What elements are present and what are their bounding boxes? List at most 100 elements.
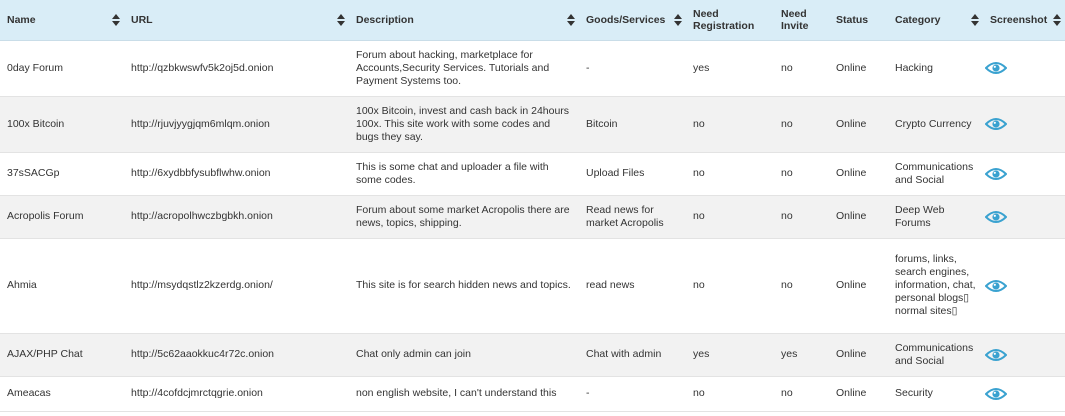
cell-description: 100x Bitcoin, invest and cash back in 24… (349, 96, 579, 153)
column-header-label: Need Invite (781, 7, 809, 32)
column-header-label: Screenshot (990, 13, 1048, 26)
cell-status: Online (829, 40, 888, 97)
cell-category: Communications and Social (888, 152, 983, 196)
cell-invite: yes (774, 333, 829, 377)
table-row: 0day Forum http://qzbkwswfv5k2oj5d.onion… (0, 40, 1065, 97)
table-row: Ameacas http://4cofdcjmrctqgrie.onion no… (0, 376, 1065, 412)
cell-screenshot (983, 152, 1065, 196)
cell-goods: Chat with admin (579, 333, 686, 377)
cell-invite: no (774, 96, 829, 153)
column-header-label: Name (7, 13, 36, 26)
cell-category: Crypto Currency (888, 96, 983, 153)
cell-url[interactable]: http://qzbkwswfv5k2oj5d.onion (124, 40, 349, 97)
column-header-label: Goods/Services (586, 13, 666, 26)
eye-icon[interactable] (985, 279, 1007, 293)
column-header-label: Need Registration (693, 7, 755, 32)
column-header-registration[interactable]: Need Registration (686, 0, 774, 41)
cell-goods: Read news for market Acropolis (579, 195, 686, 239)
cell-status: Online (829, 333, 888, 377)
cell-registration: no (686, 376, 774, 412)
cell-description: Chat only admin can join (349, 333, 579, 377)
table-row: AJAX/PHP Chat http://5c62aaokkuc4r72c.on… (0, 333, 1065, 377)
sort-arrows-icon[interactable] (337, 13, 345, 26)
column-header-invite[interactable]: Need Invite (774, 0, 829, 41)
column-header-screenshot[interactable]: Screenshot (983, 0, 1065, 41)
table-header-row: Name URL Description Goods/Services Need… (0, 0, 1065, 41)
cell-description: This site is for search hidden news and … (349, 238, 579, 334)
cell-url[interactable]: http://4cofdcjmrctqgrie.onion (124, 376, 349, 412)
cell-description: Forum about hacking, marketplace for Acc… (349, 40, 579, 97)
cell-goods: read news (579, 238, 686, 334)
column-header-label: URL (131, 13, 153, 26)
cell-name: 100x Bitcoin (0, 96, 124, 153)
sort-arrows-icon[interactable] (1053, 13, 1061, 26)
column-header-status[interactable]: Status (829, 0, 888, 41)
column-header-label: Description (356, 13, 414, 26)
cell-registration: no (686, 195, 774, 239)
cell-goods: - (579, 376, 686, 412)
cell-url[interactable]: http://acropolhwczbgbkh.onion (124, 195, 349, 239)
column-header-label: Status (836, 13, 869, 26)
cell-description: This is some chat and uploader a file wi… (349, 152, 579, 196)
cell-registration: no (686, 238, 774, 334)
cell-registration: no (686, 96, 774, 153)
cell-screenshot (983, 40, 1065, 97)
cell-screenshot (983, 238, 1065, 334)
eye-icon[interactable] (985, 61, 1007, 75)
eye-icon[interactable] (985, 210, 1007, 224)
sort-arrows-icon[interactable] (567, 13, 575, 26)
cell-name: 37sSACGp (0, 152, 124, 196)
table-row: 37sSACGp http://6xydbbfysubflwhw.onion T… (0, 152, 1065, 196)
cell-description: non english website, I can't understand … (349, 376, 579, 412)
cell-url[interactable]: http://6xydbbfysubflwhw.onion (124, 152, 349, 196)
cell-goods: Bitcoin (579, 96, 686, 153)
cell-screenshot (983, 96, 1065, 153)
eye-icon[interactable] (985, 117, 1007, 131)
cell-category: forums, links, search engines, informati… (888, 238, 983, 334)
column-header-goods[interactable]: Goods/Services (579, 0, 686, 41)
sort-arrows-icon[interactable] (971, 13, 979, 26)
cell-category: Hacking (888, 40, 983, 97)
cell-url[interactable]: http://5c62aaokkuc4r72c.onion (124, 333, 349, 377)
column-header-url[interactable]: URL (124, 0, 349, 41)
cell-invite: no (774, 152, 829, 196)
cell-screenshot (983, 195, 1065, 239)
eye-icon[interactable] (985, 387, 1007, 401)
cell-goods: Upload Files (579, 152, 686, 196)
sort-arrows-icon[interactable] (112, 13, 120, 26)
cell-name: Ahmia (0, 238, 124, 334)
cell-status: Online (829, 238, 888, 334)
column-header-label: Category (895, 13, 941, 26)
cell-registration: yes (686, 40, 774, 97)
cell-invite: no (774, 376, 829, 412)
table-row: Ahmia http://msydqstlz2kzerdg.onion/ Thi… (0, 238, 1065, 334)
cell-screenshot (983, 376, 1065, 412)
column-header-category[interactable]: Category (888, 0, 983, 41)
cell-invite: no (774, 195, 829, 239)
cell-name: AJAX/PHP Chat (0, 333, 124, 377)
sort-arrows-icon[interactable] (674, 13, 682, 26)
cell-url[interactable]: http://msydqstlz2kzerdg.onion/ (124, 238, 349, 334)
cell-goods: - (579, 40, 686, 97)
column-header-description[interactable]: Description (349, 0, 579, 41)
table-row: 100x Bitcoin http://rjuvjyygjqm6mlqm.oni… (0, 96, 1065, 153)
cell-name: Ameacas (0, 376, 124, 412)
cell-category: Deep Web Forums (888, 195, 983, 239)
cell-status: Online (829, 96, 888, 153)
cell-name: Acropolis Forum (0, 195, 124, 239)
cell-status: Online (829, 195, 888, 239)
cell-registration: yes (686, 333, 774, 377)
cell-status: Online (829, 152, 888, 196)
sites-table: Name URL Description Goods/Services Need… (0, 0, 1065, 412)
cell-screenshot (983, 333, 1065, 377)
cell-category: Communications and Social (888, 333, 983, 377)
cell-description: Forum about some market Acropolis there … (349, 195, 579, 239)
cell-invite: no (774, 40, 829, 97)
cell-category: Security (888, 376, 983, 412)
eye-icon[interactable] (985, 348, 1007, 362)
table-row: Acropolis Forum http://acropolhwczbgbkh.… (0, 195, 1065, 239)
eye-icon[interactable] (985, 167, 1007, 181)
cell-url[interactable]: http://rjuvjyygjqm6mlqm.onion (124, 96, 349, 153)
column-header-name[interactable]: Name (0, 0, 124, 41)
cell-status: Online (829, 376, 888, 412)
